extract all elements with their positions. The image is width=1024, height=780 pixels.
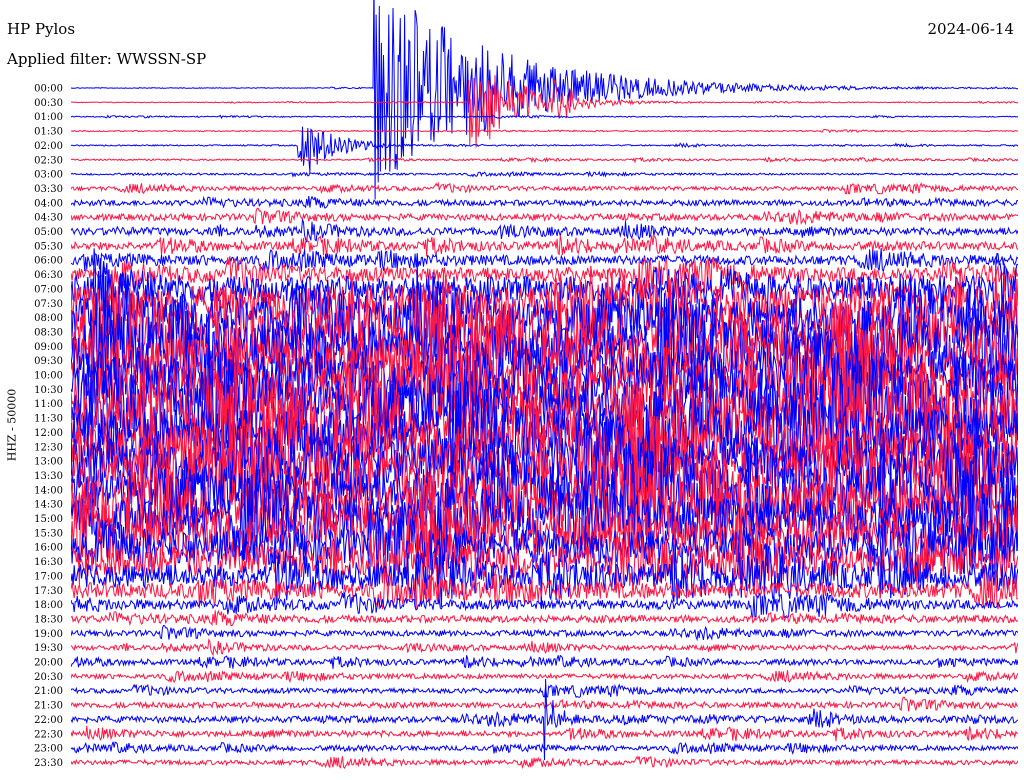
row-time-label: 19:30 [34, 643, 63, 654]
row-time-label: 01:00 [34, 112, 63, 123]
row-time-label: 08:00 [34, 313, 63, 324]
row-time-label: 17:00 [34, 571, 63, 582]
row-time-label: 00:00 [34, 84, 63, 95]
row-time-label: 12:30 [34, 442, 63, 453]
row-time-label: 19:00 [34, 629, 63, 640]
row-time-label: 09:30 [34, 356, 63, 367]
trace-row-0530 [71, 234, 1018, 257]
row-time-label: 14:00 [34, 485, 63, 496]
row-time-label: 00:30 [34, 98, 63, 109]
trace-row-0600 [71, 247, 1018, 274]
trace-row-0130 [71, 129, 1018, 134]
row-time-label: 05:30 [34, 241, 63, 252]
row-time-label: 23:30 [34, 758, 63, 769]
row-time-label: 14:30 [34, 500, 63, 511]
row-time-label: 08:30 [34, 327, 63, 338]
row-time-label: 22:00 [34, 715, 63, 726]
trace-row-2030 [71, 670, 1018, 684]
trace-row-0500 [71, 219, 1018, 243]
trace-row-0000 [71, 0, 1018, 200]
row-time-label: 02:30 [34, 155, 63, 166]
trace-row-0200 [71, 126, 1018, 173]
row-time-label: 02:00 [34, 141, 63, 152]
row-time-label: 07:00 [34, 284, 63, 295]
row-time-label: 18:30 [34, 614, 63, 625]
row-time-label: 23:00 [34, 744, 63, 755]
row-time-label: 10:30 [34, 385, 63, 396]
trace-row-1930 [71, 638, 1018, 657]
row-time-label: 06:30 [34, 270, 63, 281]
trace-row-1830 [71, 609, 1018, 627]
row-time-label: 11:00 [34, 399, 63, 410]
trace-row-2000 [71, 654, 1018, 670]
row-time-label: 10:00 [34, 371, 63, 382]
row-time-label: 11:30 [34, 414, 63, 425]
trace-row-0230 [71, 156, 1018, 164]
row-time-label: 05:00 [34, 227, 63, 238]
row-time-label: 07:30 [34, 299, 63, 310]
row-time-label: 04:00 [34, 198, 63, 209]
row-time-label: 18:00 [34, 600, 63, 611]
trace-row-0400 [71, 195, 1018, 209]
row-time-label: 12:00 [34, 428, 63, 439]
seismogram-plot: 00:00 00:30 01:00 01:30 02:00 02:30 03:00 03:30… [34, 0, 1018, 770]
helicorder-page: HP Pylos 2024-06-14 Applied filter: WWSS… [0, 0, 1024, 780]
trace-row-0330 [71, 181, 1018, 195]
row-time-label: 16:30 [34, 557, 63, 568]
row-time-label: 21:30 [34, 701, 63, 712]
row-time-label: 09:00 [34, 342, 63, 353]
row-time-label: 22:30 [34, 729, 63, 740]
row-time-label: 17:30 [34, 586, 63, 597]
row-time-label: 03:00 [34, 170, 63, 181]
trace-row-1900 [71, 624, 1018, 642]
row-time-label: 20:00 [34, 658, 63, 669]
row-time-label: 13:30 [34, 471, 63, 482]
row-time-label: 06:00 [34, 256, 63, 267]
trace-row-0430 [71, 207, 1018, 226]
row-time-label: 15:00 [34, 514, 63, 525]
row-time-label: 03:30 [34, 184, 63, 195]
trace-row-2100 [71, 683, 1018, 698]
trace-row-2130 [71, 696, 1018, 712]
row-time-label: 20:30 [34, 672, 63, 683]
row-time-label: 15:30 [34, 528, 63, 539]
row-time-label: 16:00 [34, 543, 63, 554]
trace-row-0300 [71, 170, 1018, 178]
row-time-label: 13:00 [34, 457, 63, 468]
row-time-label: 01:30 [34, 127, 63, 138]
trace-row-0100 [71, 114, 1018, 120]
row-time-label: 04:30 [34, 213, 63, 224]
row-time-label: 21:00 [34, 686, 63, 697]
